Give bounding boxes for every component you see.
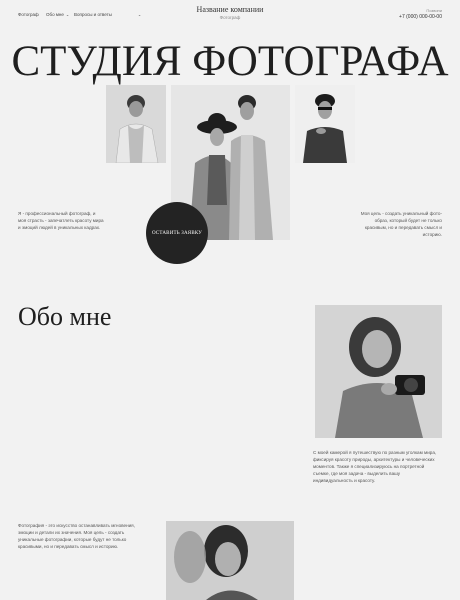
hero-left-text: Я - профессиональный фотограф, и моя стр…	[18, 211, 104, 230]
about-title: Обо мне	[18, 302, 112, 331]
about-right-text: С моей камерой я путешествую по разным у…	[313, 450, 437, 483]
nav-item-photographer[interactable]: Фотограф	[18, 12, 39, 17]
phone-link[interactable]: +7 (000) 000-00-00	[362, 14, 442, 20]
nav-label: Фотограф	[18, 12, 39, 17]
cta-button[interactable]: ОСТАВИТЬ ЗАЯВКУ	[146, 202, 208, 264]
cta-label: ОСТАВИТЬ ЗАЯВКУ	[151, 230, 203, 236]
nav-label: Вопросы и ответы	[74, 12, 112, 17]
nav-item-about[interactable]: Обо мне ⌄	[46, 12, 69, 17]
hero-right-text: Моя цель - создать уникальный фото-образ…	[360, 211, 442, 237]
about-photo-photographer	[315, 305, 442, 438]
hero-photo-man	[106, 85, 166, 163]
company-subtitle: Фотограф	[219, 15, 241, 20]
chevron-down-icon: ⌄	[137, 12, 142, 17]
hero-photo-woman	[295, 85, 355, 163]
about-photo-woman-hand	[166, 521, 294, 600]
nav-item-faq[interactable]: Вопросы и ответы ⌄	[74, 12, 141, 17]
nav-label: Обо мне	[46, 12, 64, 17]
hero-title: СТУДИЯ ФОТОГРАФА	[11, 38, 449, 85]
contact-label: Позвони	[426, 8, 442, 13]
company-name: Название компании	[196, 5, 264, 14]
about-left-text: Фотография - это искусство останавливать…	[18, 523, 135, 549]
chevron-down-icon: ⌄	[65, 12, 70, 17]
